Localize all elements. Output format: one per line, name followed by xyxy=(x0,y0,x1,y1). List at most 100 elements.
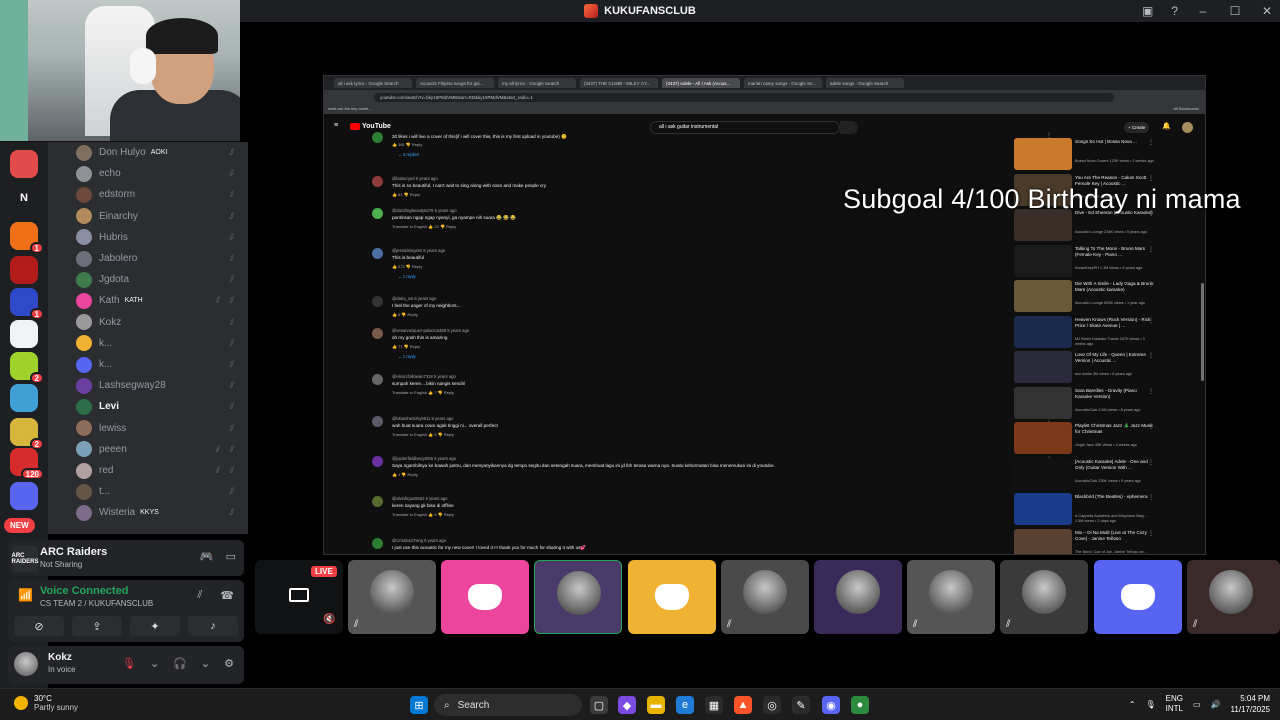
comment-author[interactable]: @CristinaCFang 5 years ago xyxy=(392,538,446,543)
voice-member[interactable]: Einarchy ⫽ xyxy=(76,206,246,227)
avatar[interactable] xyxy=(372,328,383,339)
more-options-icon[interactable]: ⋮ xyxy=(1148,246,1154,253)
more-options-icon[interactable]: ⋮ xyxy=(1148,317,1154,324)
video-thumbnail[interactable] xyxy=(1014,280,1072,312)
video-title[interactable]: Heaven Knows (Rock Version) - Rick Price… xyxy=(1075,317,1155,329)
more-options-icon[interactable]: ⋮ xyxy=(1148,459,1154,466)
related-video[interactable]: Die With A Smile - Lady Gaga & Bruno Mar… xyxy=(1014,280,1164,313)
voice-member[interactable]: edstorm ⫽ xyxy=(76,184,246,205)
participant-tile[interactable] xyxy=(814,560,902,634)
video-title[interactable]: Talking To The Moon - Bruno Mars (Female… xyxy=(1075,246,1155,258)
chevron-down-icon[interactable]: ⌄ xyxy=(150,657,159,670)
comment-actions[interactable]: Translate to English 👍 6 👎 Reply xyxy=(392,512,454,517)
pen-icon[interactable]: ✎ xyxy=(792,696,810,714)
close-button[interactable]: ✕ xyxy=(1260,4,1274,18)
steam-icon[interactable]: ◎ xyxy=(763,696,781,714)
participant-tile[interactable]: ⫽ xyxy=(1000,560,1088,634)
avatar[interactable] xyxy=(1182,122,1193,133)
server-icon[interactable]: 1 xyxy=(10,288,44,320)
screen-share-button[interactable]: ⇪ xyxy=(72,616,122,636)
share-screen-icon[interactable]: ▭ xyxy=(226,550,236,563)
comment-author[interactable]: @butacryed 5 years ago xyxy=(392,176,438,181)
comment-actions[interactable]: 👍 272 👎 Reply xyxy=(392,264,422,269)
clock[interactable]: 5:04 PM 11/17/2025 xyxy=(1231,693,1270,715)
comment-actions[interactable]: 👍 1 👎 Reply xyxy=(392,472,418,477)
server-icon[interactable]: N xyxy=(10,184,38,212)
server-icon[interactable] xyxy=(10,320,38,348)
voice-member[interactable]: Hubris ⫽ xyxy=(76,227,246,248)
participant-tile[interactable] xyxy=(534,560,622,634)
voice-member[interactable]: Don Hulyo AOKI ⫽ xyxy=(76,142,246,163)
comment-actions[interactable]: 👍 61 👎 Reply xyxy=(392,192,420,197)
video-title[interactable]: Blackbird (The Beatles) - ephemera xyxy=(1075,494,1155,500)
participant-tile[interactable]: ⫽ xyxy=(348,560,436,634)
more-options-icon[interactable]: ⋮ xyxy=(1148,175,1154,182)
voice-channel[interactable]: CS TEAM 2 / KUKUFANSCLUB xyxy=(40,599,153,608)
related-video[interactable]: Sara Bareilles - Gravity (Piano Karaoke … xyxy=(1014,386,1164,420)
avatar[interactable] xyxy=(372,208,383,219)
related-video[interactable]: Songs So Hot | Bossa Nova ... Bossa Nova … xyxy=(1014,138,1164,171)
video-title[interactable]: Love Of My Life - Queen | Extreme Versio… xyxy=(1075,352,1155,364)
taskbar-search[interactable]: ⌕ Search xyxy=(434,694,582,716)
bell-icon[interactable]: 🔔 xyxy=(1162,122,1171,130)
avatar[interactable] xyxy=(372,496,383,507)
participant-tile[interactable]: ⫽ xyxy=(907,560,995,634)
store-icon[interactable]: ▦ xyxy=(705,696,723,714)
voice-member[interactable]: echo ⫽ xyxy=(76,163,246,184)
voice-member[interactable]: k... ⫽ xyxy=(76,354,246,375)
screen-share-tile[interactable]: LIVE 🔇 xyxy=(255,560,343,634)
browser-tab[interactable]: adele songs - Google Search xyxy=(826,78,904,88)
more-options-icon[interactable]: ⋮ xyxy=(1148,139,1154,146)
language-indicator[interactable]: ENG INTL xyxy=(1166,694,1183,714)
avatar[interactable] xyxy=(372,176,383,187)
comment-actions[interactable]: Translate to English 👍 5 👎 Reply xyxy=(392,432,454,437)
participant-tile[interactable] xyxy=(628,560,716,634)
comment-author[interactable]: @dazzlingbeauty6276 5 years ago xyxy=(392,208,457,213)
edge-icon[interactable]: e xyxy=(676,696,694,714)
youtube-logo[interactable]: YouTube xyxy=(350,123,391,130)
help-icon[interactable]: ? xyxy=(1171,4,1178,18)
more-options-icon[interactable]: ⋮ xyxy=(1148,494,1154,501)
avatar[interactable] xyxy=(372,296,383,307)
voice-member[interactable]: t... ⫽ xyxy=(76,481,246,502)
related-video[interactable]: Mix – Di Na Mulit (Live at The Cozy Cove… xyxy=(1014,528,1164,554)
related-video[interactable]: [Acoustic Karaoke] Adele - One and Only … xyxy=(1014,457,1164,491)
comment-author[interactable]: @jupiterfieldberg4055 5 years ago xyxy=(392,456,456,461)
video-title[interactable]: Songs So Hot | Bossa Nova ... xyxy=(1075,139,1155,145)
browser-tab[interactable]: Acoustic Filipino songs for gui... xyxy=(416,78,494,88)
avatar[interactable] xyxy=(372,538,383,549)
video-title[interactable]: Sara Bareilles - Gravity (Piano Karaoke … xyxy=(1075,388,1155,400)
address-bar[interactable]: youtube.com/watch?v=bky18PMdVMBstart=RD&… xyxy=(374,93,1114,102)
server-icon[interactable]: 2 xyxy=(10,352,44,384)
avatar[interactable] xyxy=(372,456,383,467)
related-video[interactable]: Love Of My Life - Queen | Extreme Versio… xyxy=(1014,351,1164,384)
voice-member[interactable]: red ⫽ ⫽ xyxy=(76,460,246,481)
volume-muted-icon[interactable]: 🔇 xyxy=(323,614,335,625)
more-options-icon[interactable]: ⋮ xyxy=(1148,530,1154,537)
server-icon[interactable] xyxy=(10,150,38,178)
browser-tab[interactable]: (3437) Adele - All I Ask (Acous... xyxy=(662,78,740,88)
scrollbar[interactable] xyxy=(1201,283,1204,381)
copilot-icon[interactable]: ◆ xyxy=(618,696,636,714)
related-video[interactable]: Talking To The Moon - Bruno Mars (Female… xyxy=(1014,244,1164,278)
video-title[interactable]: Mix – Di Na Mulit (Live at The Cozy Cove… xyxy=(1075,530,1155,542)
camera-button[interactable]: ⊘ xyxy=(14,616,64,636)
voice-member[interactable]: k... ⫽ xyxy=(76,333,246,354)
participant-tile[interactable]: ⫽ xyxy=(721,560,809,634)
app-icon[interactable]: ● xyxy=(851,696,869,714)
browser-tab[interactable]: my all lyrics - Google Search xyxy=(498,78,576,88)
disconnect-icon[interactable]: ☎ xyxy=(220,589,234,602)
microphone-icon[interactable]: 🎙 xyxy=(1146,700,1156,709)
video-thumbnail[interactable] xyxy=(1014,315,1072,348)
video-title[interactable]: Die With A Smile - Lady Gaga & Bruno Mar… xyxy=(1075,281,1155,293)
noise-suppression-icon[interactable]: ⫽ xyxy=(197,589,202,602)
server-icon[interactable] xyxy=(10,384,38,412)
maximize-button[interactable]: ☐ xyxy=(1228,4,1242,18)
browser-tab[interactable]: (3437) THE CLIMB - MILEY CY... xyxy=(580,78,658,88)
voice-member[interactable]: peeen ⫽ ⫽ xyxy=(76,439,246,460)
replies-toggle[interactable]: ⌄ 1 reply xyxy=(398,274,416,280)
discord-icon[interactable]: ◉ xyxy=(822,696,840,714)
activities-button[interactable]: ✦ xyxy=(130,616,180,636)
voice-member[interactable]: lewiss ⫽ xyxy=(76,418,246,439)
network-icon[interactable]: ▭ xyxy=(1193,700,1201,709)
